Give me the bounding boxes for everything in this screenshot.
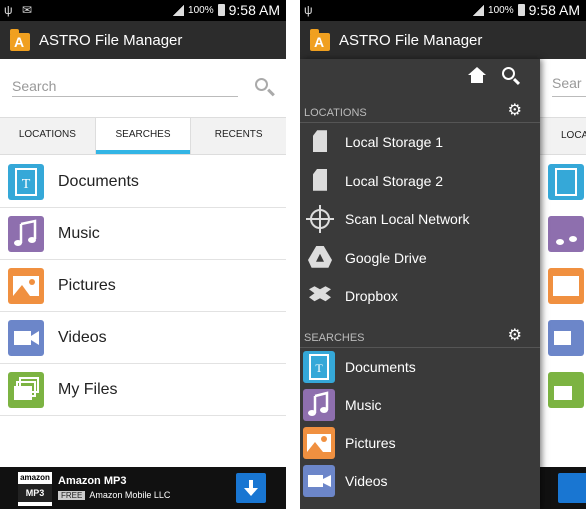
music-icon [8,215,44,252]
action-bar: A ASTRO File Manager [300,21,586,59]
category-list: T Documents Music Pictures Videos My Fil… [0,156,286,416]
network-target-icon [306,205,334,234]
ad-banner[interactable]: amazon MP3 Amazon MP3 FREE Amazon Mobile L… [0,467,286,509]
status-bar: ψ ✉ 100% 9:58 AM [0,0,286,21]
drawer-item-music[interactable]: Music [300,386,540,424]
battery-percent: 100% [488,4,514,16]
background-content: Sear LOCA [540,59,586,509]
locations-section-header: LOCATIONS ⚙ [300,97,540,123]
videos-icon [8,319,44,356]
gear-icon[interactable]: ⚙ [508,325,522,345]
gear-icon[interactable]: ⚙ [508,100,522,120]
dropbox-icon [306,282,334,310]
notification-icons: ψ ✉ [4,3,35,17]
navigation-drawer: LOCATIONS ⚙ Local Storage 1 Local Storag… [300,59,540,509]
sd-card-icon [306,128,334,156]
clock: 9:58 AM [228,2,280,18]
list-item-label: Documents [58,172,139,190]
sd-card-icon [306,167,334,195]
app-title: ASTRO File Manager [39,31,183,49]
search-input[interactable] [12,75,238,97]
notification-icons: ψ [304,3,316,17]
list-item-label: My Files [58,380,118,398]
pictures-icon [303,426,335,459]
free-badge: FREE [58,491,86,500]
list-item-videos[interactable]: Videos [0,312,286,364]
astro-app-icon[interactable]: A [310,29,330,51]
amazon-mp3-logo: amazon MP3 [18,472,52,506]
tab-locations-peek: LOCA [540,117,586,155]
drawer-item-local-storage-2[interactable]: Local Storage 2 [300,162,540,201]
astro-app-icon[interactable]: A [10,29,30,51]
signal-icon [172,4,185,16]
drawer-item-label: Local Storage 2 [345,172,444,189]
my-files-icon [8,371,44,408]
ad-banner-peek [540,467,586,509]
drawer-item-label: Documents [345,358,416,375]
my-files-icon [548,372,584,408]
searches-section-header: SEARCHES ⚙ [300,322,540,348]
drawer-item-documents[interactable]: T Documents [300,348,540,386]
drawer-screen: ψ 100% 9:58 AM A ASTRO File Manager Sear… [300,0,586,509]
list-item-label: Pictures [58,276,116,294]
ad-publisher: Amazon Mobile LLC [89,490,171,500]
search-icon[interactable] [252,75,278,101]
drawer-item-dropbox[interactable]: Dropbox [300,277,540,316]
videos-icon [303,464,335,497]
list-item-label: Videos [58,328,107,346]
download-icon[interactable] [236,473,266,503]
videos-icon [548,320,584,356]
svg-text:T: T [315,361,323,375]
documents-icon: T [303,350,335,383]
music-icon [303,388,335,421]
search-area [0,59,286,117]
tab-searches[interactable]: SEARCHES [95,118,192,154]
main-screen: ψ ✉ 100% 9:58 AM A ASTRO File Manager LO… [0,0,286,509]
list-item-music[interactable]: Music [0,208,286,260]
list-item-documents[interactable]: T Documents [0,156,286,208]
drawer-item-google-drive[interactable]: Google Drive [300,239,540,278]
drawer-item-label: Music [345,396,382,413]
drawer-item-scan-local-network[interactable]: Scan Local Network [300,200,540,239]
status-bar: ψ 100% 9:58 AM [300,0,586,21]
drawer-item-label: Videos [345,472,388,489]
home-icon[interactable] [468,67,486,83]
search-icon[interactable] [502,67,522,87]
list-item-my-files[interactable]: My Files [0,364,286,416]
google-drive-icon [306,244,334,272]
pictures-icon [8,267,44,304]
ad-subtitle: FREE Amazon Mobile LLC [58,490,170,500]
drawer-item-label: Google Drive [345,249,427,266]
action-bar: A ASTRO File Manager [0,21,286,59]
drawer-item-pictures[interactable]: Pictures [300,424,540,462]
drawer-item-local-storage-1[interactable]: Local Storage 1 [300,123,540,162]
documents-icon [548,164,584,200]
drawer-item-label: Scan Local Network [345,211,470,228]
clock: 9:58 AM [528,2,580,18]
battery-percent: 100% [188,4,214,16]
signal-icon [472,4,485,16]
tab-recents[interactable]: RECENTS [191,118,286,154]
battery-icon [217,4,225,16]
battery-icon [517,4,525,16]
ad-title: Amazon MP3 [58,475,127,487]
pictures-icon [548,268,584,304]
app-title: ASTRO File Manager [339,31,483,49]
drawer-item-videos[interactable]: Videos [300,462,540,500]
drawer-item-label: Local Storage 1 [345,134,444,151]
list-item-label: Music [58,224,100,242]
list-item-pictures[interactable]: Pictures [0,260,286,312]
tab-locations[interactable]: LOCATIONS [0,118,96,154]
documents-icon: T [8,163,44,200]
music-icon [548,216,584,252]
drawer-item-label: Pictures [345,434,396,451]
tab-bar: LOCATIONS SEARCHES RECENTS [0,117,286,155]
svg-text:T: T [22,177,31,192]
drawer-toolbar [300,59,540,97]
drawer-item-label: Dropbox [345,288,398,305]
search-input-peek: Sear [552,75,586,97]
